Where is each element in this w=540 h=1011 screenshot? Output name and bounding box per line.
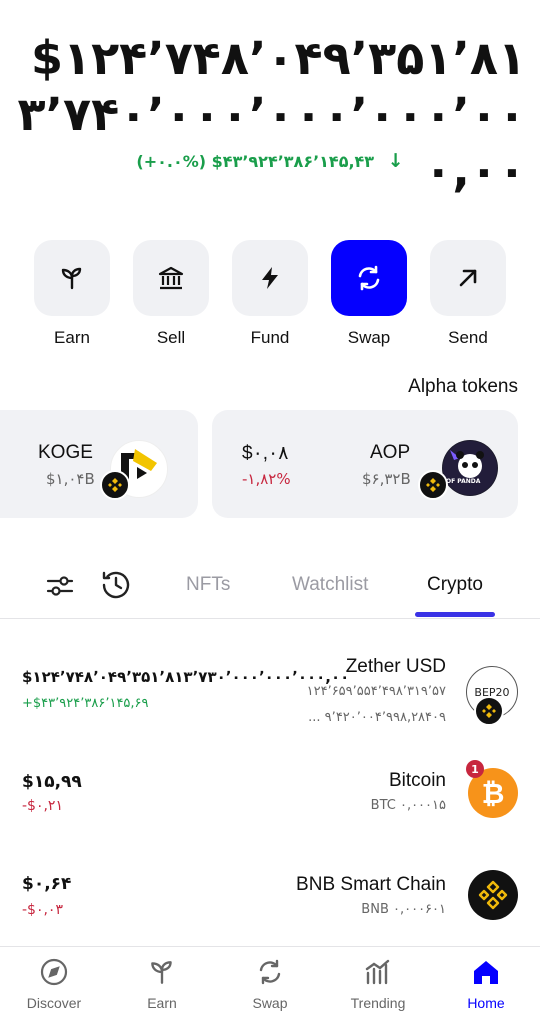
- tab-watchlist[interactable]: Watchlist: [292, 574, 368, 596]
- bnb-badge-icon: [100, 470, 130, 500]
- tab-active-indicator: [415, 612, 495, 617]
- fund-label: Fund: [250, 328, 290, 347]
- bnb-icon: [468, 870, 518, 920]
- asset-amount: $۱۲۴٬۷۴۸٬۰۴۹٬۳۵۱٬۸۱۳٬۷۳۰٬۰۰۰٬۰۰۰٬۰۰۰,۰۰: [22, 668, 350, 686]
- swap-icon: [358, 265, 380, 291]
- total-balance: $۱۲۴٬۷۴۸٬۰۴۹٬۳۵۱٬۸۱۳٬۷۴۰٬۰۰۰٬۰۰۰٬۰۰۰٬۰۰۰…: [17, 31, 526, 197]
- alpha-tokens-title: Alpha tokens: [408, 376, 518, 397]
- asset-row-bnb[interactable]: $۰,۶۴ -$۰,۰۳ BNB Smart Chain BNB ۰,۰۰۰۶۰…: [0, 860, 540, 950]
- arrow-down-icon: ↓: [387, 150, 404, 172]
- token-change: -۱,۸۲%: [242, 470, 291, 488]
- send-button-box[interactable]: [430, 240, 506, 316]
- token-name: AOP: [370, 442, 411, 463]
- history-icon[interactable]: [99, 568, 133, 606]
- asset-name: Bitcoin: [388, 770, 446, 791]
- sprout-icon: [61, 267, 82, 290]
- asset-row-bitcoin[interactable]: $۱۵,۹۹ -$۰,۲۱ Bitcoin BTC ۰,۰۰۰۱۵ ₿ 1: [0, 758, 540, 848]
- asset-name: BNB Smart Chain: [296, 874, 446, 895]
- notification-badge: 1: [466, 760, 484, 778]
- send-button[interactable]: Send: [429, 240, 507, 348]
- aop-logo-icon: OF PANDA: [442, 440, 498, 496]
- token-price: $۱,۰۴B: [46, 470, 95, 488]
- nav-earn[interactable]: Earn: [108, 957, 216, 1011]
- token-card-aop[interactable]: $۰,۰۸ -۱,۸۲% AOP $۶,۳۲B OF PANDA: [212, 410, 518, 518]
- swap-label: Swap: [347, 328, 391, 347]
- nav-label: Swap: [252, 995, 288, 1011]
- asset-balance: BTC ۰,۰۰۰۱۵: [370, 798, 446, 813]
- nav-label: Discover: [26, 995, 82, 1011]
- nav-label: Trending: [350, 995, 406, 1011]
- bottom-nav: Discover Earn Swap Trending Home: [0, 946, 540, 1011]
- earn-button-box[interactable]: [34, 240, 110, 316]
- bnb-badge-icon: [474, 696, 504, 726]
- asset-balance: ۱۲۴٬۶۵۹٬۵۵۴٬۴۹۸٬۳۱۹٬۵۷: [306, 684, 446, 699]
- aop-logo-text: OF PANDA: [446, 478, 481, 485]
- bnb-badge-icon: [418, 470, 448, 500]
- send-label: Send: [448, 328, 488, 347]
- sell-label: Sell: [156, 328, 186, 347]
- fund-button[interactable]: Fund: [231, 240, 309, 348]
- asset-pnl: -$۰,۰۳: [22, 902, 63, 918]
- asset-tabs: NFTs Watchlist Crypto: [0, 566, 540, 619]
- token-card-koge[interactable]: KOGE $۱,۰۴B: [0, 410, 198, 518]
- earn-button[interactable]: Earn: [33, 240, 111, 348]
- token-name: KOGE: [38, 442, 93, 463]
- token-price: $۶,۳۲B: [362, 470, 411, 488]
- sell-button-box[interactable]: [133, 240, 209, 316]
- tab-crypto[interactable]: Crypto: [427, 574, 483, 596]
- bolt-icon: [262, 267, 278, 289]
- earn-label: Earn: [54, 328, 90, 347]
- nav-label: Home: [467, 995, 505, 1011]
- nav-label: Earn: [147, 995, 177, 1011]
- bank-icon: [158, 266, 184, 290]
- asset-name: Zether USD: [345, 656, 446, 677]
- sliders-icon[interactable]: [44, 570, 76, 606]
- swap-button-box[interactable]: [331, 240, 407, 316]
- balance-change: (+۰.۰%) $۴۳٬۹۲۴٬۳۸۶٬۱۴۵,۴۳ ↓: [0, 150, 540, 172]
- sell-button[interactable]: Sell: [132, 240, 210, 348]
- nav-discover[interactable]: Discover: [0, 957, 108, 1011]
- bar-chart-icon: [365, 959, 390, 985]
- fund-button-box[interactable]: [232, 240, 308, 316]
- asset-amount: $۱۵,۹۹: [22, 772, 82, 792]
- asset-amount: $۰,۶۴: [22, 874, 72, 894]
- compass-icon: [40, 958, 68, 986]
- asset-row-zether[interactable]: $۱۲۴٬۷۴۸٬۰۴۹٬۳۵۱٬۸۱۳٬۷۳۰٬۰۰۰٬۰۰۰٬۰۰۰,۰۰ …: [0, 640, 540, 740]
- home-icon: [474, 961, 498, 984]
- asset-balance: BNB ۰,۰۰۰۶۰۱: [361, 902, 446, 917]
- nav-home[interactable]: Home: [432, 957, 540, 1011]
- nav-trending[interactable]: Trending: [324, 957, 432, 1011]
- asset-balance-more: ... ۹٬۴۲۰٬۰۰۴٬۹۹۸,۲۸۴۰۹: [308, 710, 446, 725]
- asset-pnl: +$۴۳٬۹۲۴٬۳۸۶٬۱۴۵,۶۹: [22, 696, 149, 711]
- token-value: $۰,۰۸: [242, 443, 289, 464]
- tab-nfts[interactable]: NFTs: [186, 574, 230, 596]
- arrow-up-right-icon: [459, 269, 477, 287]
- asset-pnl: -$۰,۲۱: [22, 798, 63, 814]
- swap-icon: [259, 959, 281, 985]
- swap-button[interactable]: Swap: [330, 240, 408, 348]
- sprout-icon: [151, 961, 172, 984]
- balance-change-value: (+۰.۰%) $۴۳٬۹۲۴٬۳۸۶٬۱۴۵,۴۳: [136, 152, 375, 171]
- nav-swap[interactable]: Swap: [216, 957, 324, 1011]
